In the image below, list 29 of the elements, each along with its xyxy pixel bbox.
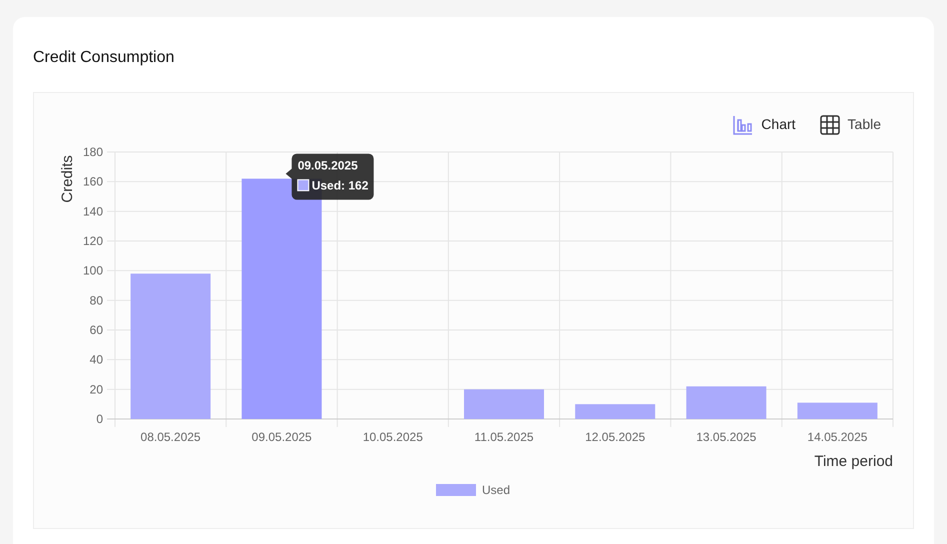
view-toggle-tab[interactable]: Chart	[733, 114, 796, 135]
legend-swatch	[436, 484, 476, 496]
y-tick-label: 40	[90, 352, 103, 367]
y-tick-label: 100	[82, 264, 103, 278]
y-tick-label: 180	[82, 145, 103, 159]
x-tick-label: 10.05.2025	[362, 430, 423, 444]
x-axis-title: Time period	[814, 453, 893, 470]
x-tick-label: 11.05.2025	[474, 430, 534, 444]
y-tick-label: 80	[90, 293, 103, 308]
y-tick-label: 60	[90, 323, 103, 337]
x-tick-label: 13.05.2025	[696, 430, 756, 444]
y-tick-label: 0	[96, 412, 103, 426]
view-toggle-tab[interactable]: Table	[820, 114, 881, 135]
y-tick-label: 120	[82, 234, 103, 248]
y-axis-title: Credits	[59, 155, 76, 203]
y-tick-label: 20	[90, 382, 103, 396]
card-title: Credit Consumption	[33, 48, 176, 68]
x-tick-label: 08.05.2025	[140, 430, 201, 444]
x-tick-label: 12.05.2025	[585, 430, 646, 444]
x-tick-label: 09.05.2025	[252, 430, 312, 444]
bar-chart-icon	[733, 114, 754, 134]
tooltip-title: 09.05.2025	[298, 158, 358, 173]
x-tick-label: 14.05.2025	[807, 430, 868, 444]
legend-label: Used	[482, 483, 510, 497]
legend-swatch	[297, 179, 310, 192]
tooltip-value: Used: 162	[312, 178, 368, 193]
y-tick-label: 160	[82, 174, 103, 189]
y-tick-label: 140	[82, 204, 103, 218]
table-icon	[820, 114, 840, 134]
